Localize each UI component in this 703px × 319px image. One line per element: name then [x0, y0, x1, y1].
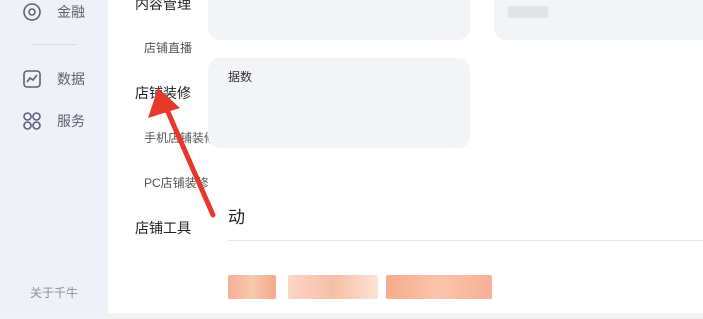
nav-divider: [32, 44, 76, 45]
chart-icon: [23, 70, 41, 88]
menu-section-decoration[interactable]: 店铺装修 ^: [135, 83, 216, 103]
main-content: 据数 动: [208, 0, 703, 319]
stat-card-top-right[interactable]: [494, 0, 703, 40]
nav-item-label: 数据: [57, 71, 85, 87]
bottom-scroll-track: [0, 313, 703, 319]
menu-section-label: 店铺工具: [135, 220, 191, 236]
card-label: 据数: [228, 70, 253, 84]
menu-item-mobile-decoration[interactable]: 手机店铺装修: [144, 129, 216, 146]
about-link[interactable]: 关于千牛: [30, 284, 78, 301]
blurred-value: [508, 6, 548, 18]
section-divider: [228, 240, 703, 241]
secondary-menu: 内容管理 ^ 店铺直播 店铺装修 ^ 手机店铺装修 PC店铺装修 店铺工具: [108, 0, 228, 319]
blurred-text: [228, 275, 276, 299]
nav-item-finance[interactable]: 金融: [22, 2, 85, 22]
menu-section-content[interactable]: 内容管理 ^: [135, 0, 216, 14]
menu-section-label: 内容管理: [135, 0, 191, 12]
stat-card-top-left[interactable]: [208, 0, 470, 40]
menu-item-live[interactable]: 店铺直播: [144, 39, 192, 56]
stat-card-data[interactable]: 据数: [208, 58, 470, 148]
blurred-text: [386, 275, 492, 299]
section-title: 动: [228, 208, 245, 227]
menu-section-tools[interactable]: 店铺工具: [135, 218, 191, 238]
menu-section-label: 店铺装修: [135, 85, 191, 101]
nav-item-label: 金融: [57, 4, 85, 20]
nav-item-label: 服务: [57, 113, 85, 129]
apps-icon: [23, 112, 41, 130]
primary-nav: 金融 数据 服务 关于千牛: [0, 0, 108, 319]
nav-item-data[interactable]: 数据: [22, 69, 85, 89]
nav-item-service[interactable]: 服务: [22, 111, 85, 131]
finance-icon: [23, 3, 41, 21]
blurred-text: [288, 275, 378, 299]
menu-item-pc-decoration[interactable]: PC店铺装修: [144, 174, 209, 191]
